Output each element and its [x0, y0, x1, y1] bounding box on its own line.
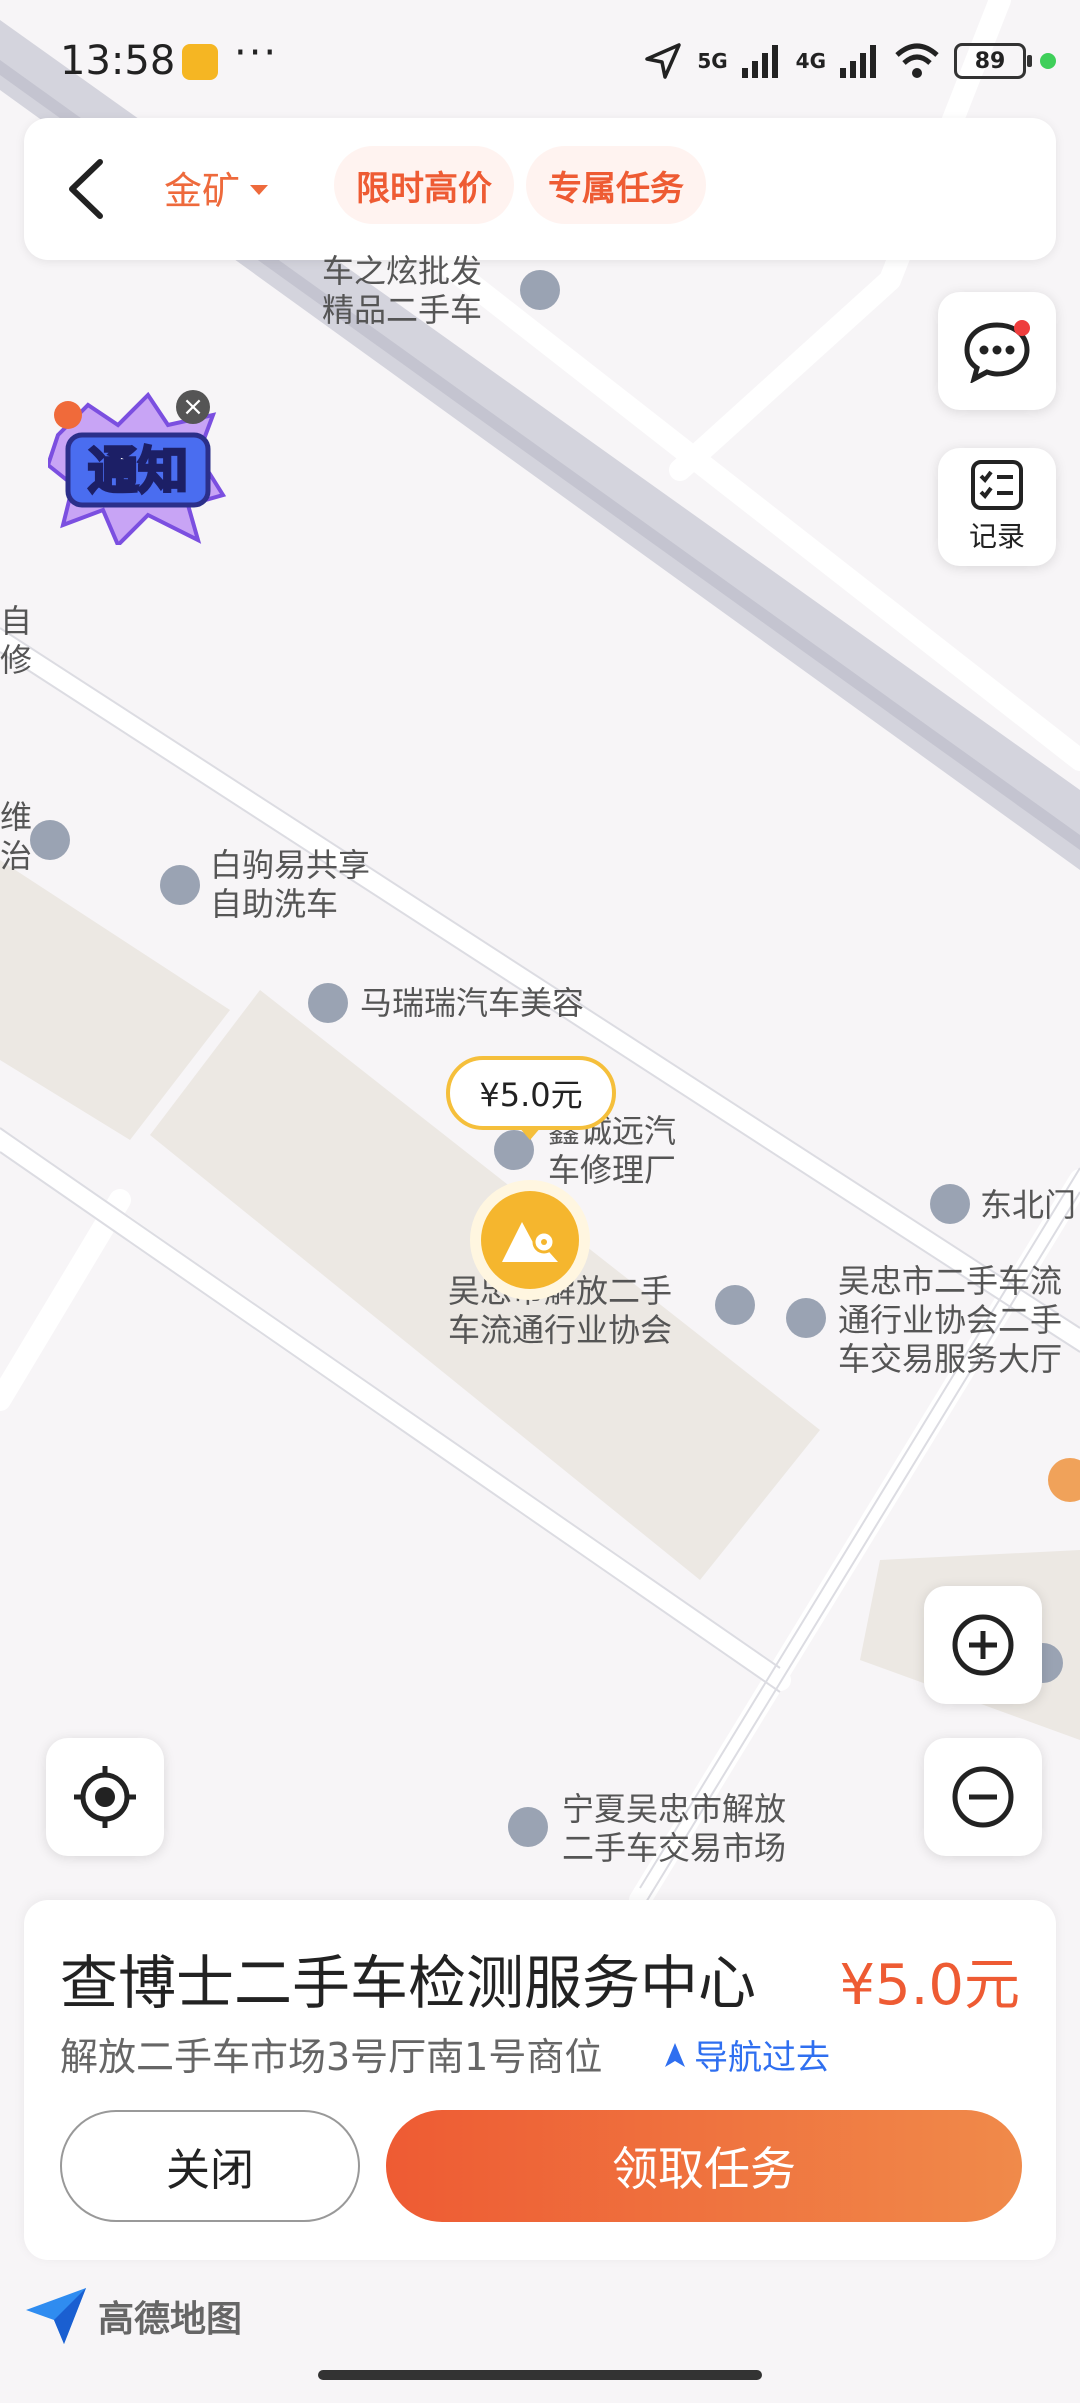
close-button[interactable]: 关闭 — [60, 2110, 360, 2222]
status-time: 13:58 — [60, 38, 176, 84]
notice-close-button[interactable]: × — [176, 390, 210, 424]
zoom-in-button[interactable] — [924, 1586, 1042, 1704]
task-location-marker[interactable] — [470, 1180, 590, 1300]
crosshair-icon — [74, 1766, 136, 1828]
signal-4g-label: 4G — [795, 49, 826, 73]
poi-label-northeast-gate[interactable]: 东北门 — [980, 1186, 1076, 1225]
home-indicator[interactable] — [318, 2370, 762, 2380]
messages-button[interactable] — [938, 292, 1056, 410]
task-reward: ¥5.0元 — [839, 1953, 1020, 2018]
amap-logo: 高德地图 — [24, 2286, 242, 2346]
close-icon: × — [182, 392, 204, 422]
map-provider-name: 高德地图 — [98, 2299, 243, 2340]
status-bar: 13:58 ··· 5G 4G 89 — [0, 0, 1080, 120]
plus-circle-icon — [952, 1614, 1014, 1676]
checklist-icon — [971, 460, 1023, 510]
poi-label-left-edge-1[interactable]: 自 修 — [0, 602, 32, 680]
tab-gold-dropdown[interactable]: 金矿 — [164, 160, 269, 215]
records-button[interactable]: 记录 — [938, 448, 1056, 566]
navigate-link[interactable]: 导航过去 — [664, 2030, 830, 2079]
poi-label-left-edge-2[interactable]: 维 治 — [0, 798, 32, 876]
more-notifications-icon: ··· — [234, 30, 279, 76]
battery-icon: 89 — [954, 43, 1032, 79]
poi-label-car-beauty[interactable]: 马瑞瑞汽车美容 — [360, 984, 584, 1023]
tab-limited-high-price[interactable]: 限时高价 — [334, 146, 514, 224]
navigate-label: 导航过去 — [694, 2038, 830, 2078]
navigation-arrow-icon — [665, 2042, 685, 2067]
location-icon — [645, 43, 682, 79]
status-icons: 5G 4G 89 — [643, 36, 1056, 86]
task-address: 解放二手车市场3号厅南1号商位 — [60, 2035, 603, 2079]
privacy-indicator-icon — [1040, 53, 1056, 69]
zoom-out-button[interactable] — [924, 1738, 1042, 1856]
task-title: 查博士二手车检测服务中心 — [60, 1949, 757, 2017]
amap-logo-icon — [26, 2288, 86, 2344]
records-label: 记录 — [968, 520, 1025, 553]
locate-me-button[interactable] — [46, 1738, 164, 1856]
minus-circle-icon — [952, 1766, 1014, 1828]
poi-label-used-car-wholesale[interactable]: 车之炫批发 精品二手车 — [322, 252, 482, 330]
signal-5g-label: 5G — [697, 49, 728, 73]
tab-exclusive-tasks[interactable]: 专属任务 — [526, 146, 706, 224]
caret-down-icon — [250, 184, 269, 195]
battery-level: 89 — [974, 48, 1006, 74]
price-bubble-tail — [518, 1126, 542, 1140]
tab-gold-label: 金矿 — [164, 169, 241, 213]
notice-text: 通知 — [88, 442, 188, 500]
accept-task-button[interactable]: 领取任务 — [386, 2110, 1022, 2222]
poi-label-used-car-market[interactable]: 宁夏吴忠市解放 二手车交易市场 — [562, 1790, 786, 1868]
task-detail-card: 查博士二手车检测服务中心 ¥5.0元 解放二手车市场3号厅南1号商位 导航过去 … — [24, 1900, 1056, 2260]
top-header: 金矿 限时高价 专属任务 — [24, 118, 1056, 260]
chat-bubble-icon — [964, 320, 1030, 383]
wifi-icon — [895, 43, 939, 78]
chevron-left-icon — [69, 159, 103, 219]
back-button[interactable] — [60, 158, 120, 220]
poi-label-trade-hall[interactable]: 吴忠市二手车流 通行业协会二手 车交易服务大厅 — [838, 1262, 1062, 1379]
poi-label-car-wash[interactable]: 白驹易共享 自助洗车 — [210, 846, 370, 924]
price-bubble[interactable]: ¥5.0元 — [446, 1056, 616, 1130]
signal-4g-icon — [840, 45, 876, 78]
mountain-pin-icon — [502, 1222, 558, 1262]
notification-app-icon — [182, 44, 218, 80]
signal-5g-icon — [741, 45, 778, 78]
